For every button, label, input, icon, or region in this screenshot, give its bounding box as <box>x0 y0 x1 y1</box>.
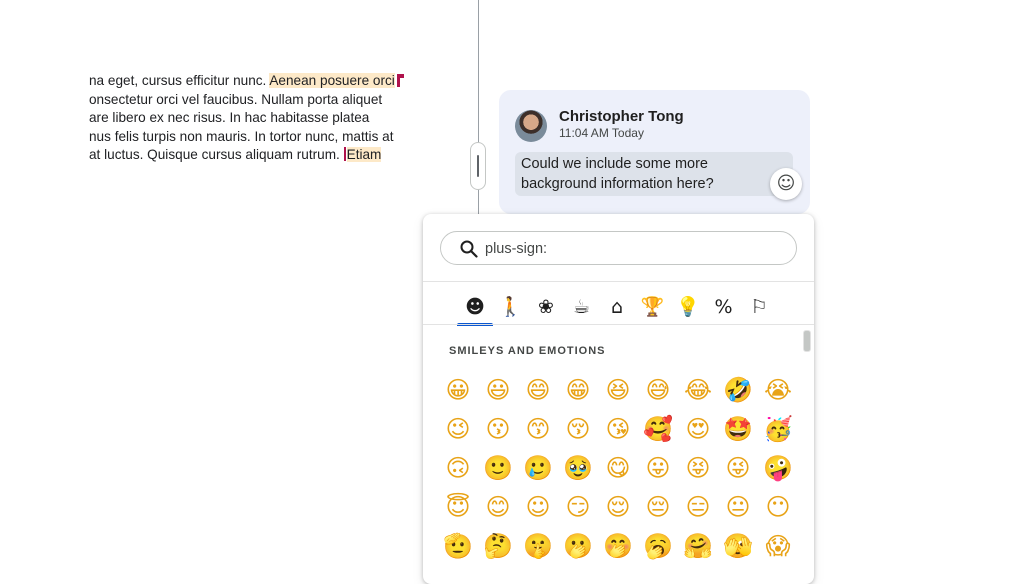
emoji-option[interactable]: 😍 <box>680 411 716 447</box>
divider <box>423 281 814 282</box>
emoji-option[interactable]: 🫢 <box>560 528 596 564</box>
document-text: at luctus. Quisque cursus aliquam rutrum… <box>89 147 344 163</box>
emoji-option[interactable]: 😙 <box>520 411 556 447</box>
emoji-option[interactable]: 😋 <box>600 450 636 486</box>
emoji-picker: ☻ 🚶 ❀ ☕ ⌂ 🏆 💡% ⚐ SMILEYS AND EMOTIONS 😀😃😄😁😆😅😂🤣😭… <box>423 214 814 584</box>
emoji-option[interactable]: 🙃 <box>440 450 476 486</box>
emoji-option[interactable]: 🤪 <box>760 450 796 486</box>
emoji-option[interactable]: 😶 <box>760 489 796 525</box>
document-text: nus felis turpis non mauris. In tortor n… <box>89 128 394 144</box>
emoji-option[interactable]: 😏 <box>560 489 596 525</box>
emoji-option[interactable]: 😃 <box>480 372 516 408</box>
comment-timestamp: 11:04 AM Today <box>559 126 644 140</box>
document-text: onsectetur orci vel faucibus. Nullam por… <box>89 91 383 107</box>
emoji-option[interactable]: 😭 <box>760 372 796 408</box>
emoji-option[interactable]: 😘 <box>600 411 636 447</box>
emoji-option[interactable]: 🙂 <box>480 450 516 486</box>
emoji-option[interactable]: 😚 <box>560 411 596 447</box>
emoji-option[interactable]: 🫣 <box>720 528 756 564</box>
highlighted-text[interactable]: Aenean posuere orci <box>269 73 395 88</box>
emoji-option[interactable]: 🥳 <box>760 411 796 447</box>
search-icon <box>460 240 478 258</box>
emoji-option[interactable]: 🤣 <box>720 372 756 408</box>
tab-animals[interactable]: ❀ <box>528 292 564 326</box>
travel-icon: ⌂ <box>610 296 624 318</box>
tab-food[interactable]: ☕ <box>564 292 600 326</box>
resize-handle[interactable] <box>470 142 486 190</box>
emoji-option[interactable]: 😐 <box>720 489 756 525</box>
animals-icon: ❀ <box>538 296 554 318</box>
emoji-option[interactable]: 😛 <box>640 450 676 486</box>
document-body[interactable]: na eget, cursus efficitur nunc. Aenean p… <box>89 72 419 165</box>
emoji-option[interactable]: 😗 <box>480 411 516 447</box>
emoji-option[interactable]: 😜 <box>720 450 756 486</box>
highlighted-text[interactable]: Etiam <box>346 147 382 163</box>
emoji-option[interactable]: 😂 <box>680 372 716 408</box>
emoji-option[interactable]: 😝 <box>680 450 716 486</box>
emoji-option[interactable]: 😔 <box>640 489 676 525</box>
smiley-icon: ☺ <box>776 173 796 194</box>
flags-icon: ⚐ <box>750 296 768 318</box>
document-line: at luctus. Quisque cursus aliquam rutrum… <box>89 146 419 165</box>
emoji-option[interactable]: ☺ <box>520 489 556 525</box>
emoji-option[interactable]: 😉 <box>440 411 476 447</box>
emoji-option[interactable]: 🤩 <box>720 411 756 447</box>
document-line: na eget, cursus efficitur nunc. Aenean p… <box>89 72 419 91</box>
tab-flags[interactable]: ⚐ <box>741 292 777 326</box>
emoji-option[interactable]: 😀 <box>440 372 476 408</box>
emoji-option[interactable]: 🥰 <box>640 411 676 447</box>
tab-activities[interactable]: 🏆 <box>635 292 671 326</box>
tab-travel[interactable]: ⌂ <box>599 292 635 326</box>
document-line: are libero ex nec risus. In hac habitass… <box>89 109 419 128</box>
text-cursor <box>343 147 346 162</box>
comment-card[interactable]: Christopher Tong 11:04 AM Today Could we… <box>499 90 810 214</box>
scrollbar[interactable] <box>803 330 811 352</box>
emoji-search-field[interactable] <box>440 231 797 265</box>
emoji-option[interactable]: 😇 <box>440 489 476 525</box>
document-line: onsectetur orci vel faucibus. Nullam por… <box>89 91 419 110</box>
emoji-option[interactable]: 🤫 <box>520 528 556 564</box>
food-icon: ☕ <box>572 296 591 318</box>
divider <box>423 324 814 325</box>
comment-author: Christopher Tong <box>559 108 684 125</box>
objects-icon: 💡 <box>676 296 700 318</box>
comment-text: Could we include some more background in… <box>515 152 793 196</box>
comment-anchor-icon <box>396 74 404 87</box>
tab-smileys[interactable]: ☻ <box>457 292 493 326</box>
tab-symbols[interactable]: % <box>706 292 742 326</box>
symbols-icon: % <box>714 296 733 318</box>
emoji-option[interactable]: 🥹 <box>560 450 596 486</box>
emoji-option[interactable]: 🥱 <box>640 528 676 564</box>
emoji-option[interactable]: 🤭 <box>600 528 636 564</box>
emoji-option[interactable]: 🤗 <box>680 528 716 564</box>
document-text: na eget, cursus efficitur nunc. <box>89 73 270 88</box>
people-icon: 🚶 <box>498 296 523 318</box>
comment-text-line: Could we include some more <box>521 156 708 172</box>
tab-people[interactable]: 🚶 <box>493 292 529 326</box>
smileys-icon: ☻ <box>465 296 485 318</box>
activities-icon: 🏆 <box>640 296 665 318</box>
emoji-option[interactable]: 😑 <box>680 489 716 525</box>
add-reaction-button[interactable]: ☺ <box>770 168 802 200</box>
emoji-option[interactable]: 😄 <box>520 372 556 408</box>
emoji-option[interactable]: 😆 <box>600 372 636 408</box>
comment-text-line: background information here? <box>521 176 714 192</box>
emoji-option[interactable]: 😅 <box>640 372 676 408</box>
document-line: nus felis turpis non mauris. In tortor n… <box>89 128 419 147</box>
emoji-option[interactable]: 😁 <box>560 372 596 408</box>
search-input[interactable] <box>485 239 775 259</box>
avatar <box>515 110 547 142</box>
tab-objects[interactable]: 💡 <box>670 292 706 326</box>
document-text: are libero ex nec risus. In hac habitass… <box>89 110 370 126</box>
emoji-option[interactable]: 😌 <box>600 489 636 525</box>
emoji-option[interactable]: 😱 <box>760 528 796 564</box>
emoji-option[interactable]: 🫡 <box>440 528 476 564</box>
emoji-option[interactable]: 🤔 <box>480 528 516 564</box>
section-title: SMILEYS AND EMOTIONS <box>449 345 606 357</box>
emoji-option[interactable]: 😊 <box>480 489 516 525</box>
emoji-option[interactable]: 🥲 <box>520 450 556 486</box>
